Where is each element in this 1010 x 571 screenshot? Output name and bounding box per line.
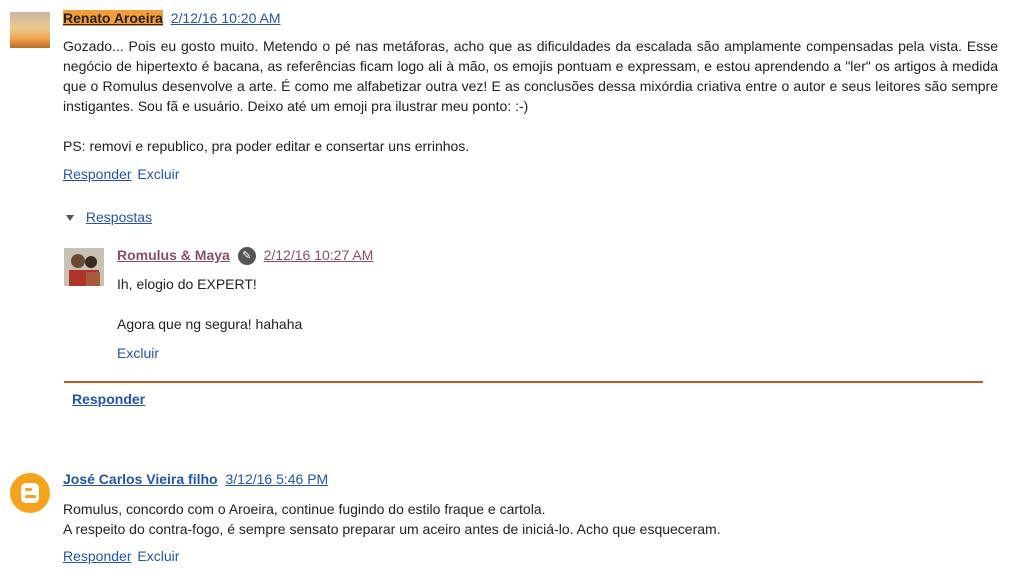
replies-toggle[interactable]: Respostas (66, 209, 152, 225)
comment-body-2-line2: A respeito do contra-fogo, é sempre sens… (63, 521, 721, 537)
comment-body-2-line1: Romulus, concordo com o Aroeira, continu… (63, 501, 546, 517)
reply-link-2[interactable]: Responder (63, 548, 132, 564)
triangle-down-icon (66, 215, 74, 222)
avatar-romulus-maya[interactable] (64, 248, 104, 286)
comment-author-2[interactable]: José Carlos Vieira filho (63, 471, 218, 487)
thread-divider (64, 381, 983, 383)
thread-reply-link[interactable]: Responder (72, 391, 145, 407)
reply-body-line2: Agora que ng segura! hahaha (117, 316, 303, 332)
comment-timestamp-2[interactable]: 3/12/16 5:46 PM (225, 471, 328, 487)
comment-body: Gozado... Pois eu gosto muito. Metendo o… (63, 38, 998, 114)
blogger-icon[interactable] (10, 473, 50, 513)
people-photo-icon (64, 248, 104, 286)
reply-delete-link[interactable]: Excluir (117, 345, 159, 361)
pencil-icon: ✎ (237, 247, 256, 266)
comment-body-ps: PS: removi e republico, pra poder editar… (63, 138, 470, 154)
replies-toggle-label[interactable]: Respostas (86, 209, 152, 225)
delete-link-2[interactable]: Excluir (137, 548, 179, 564)
comment-timestamp[interactable]: 2/12/16 10:20 AM (171, 10, 281, 26)
reply-author[interactable]: Romulus & Maya (117, 247, 230, 263)
reply-timestamp[interactable]: 2/12/16 10:27 AM (264, 247, 374, 263)
comment-author[interactable]: Renato Aroeira (63, 10, 163, 26)
reply-body-line1: Ih, elogio do EXPERT! (117, 276, 257, 292)
delete-link[interactable]: Excluir (137, 166, 179, 182)
avatar-renato[interactable] (10, 12, 50, 48)
reply-link[interactable]: Responder (63, 166, 132, 182)
